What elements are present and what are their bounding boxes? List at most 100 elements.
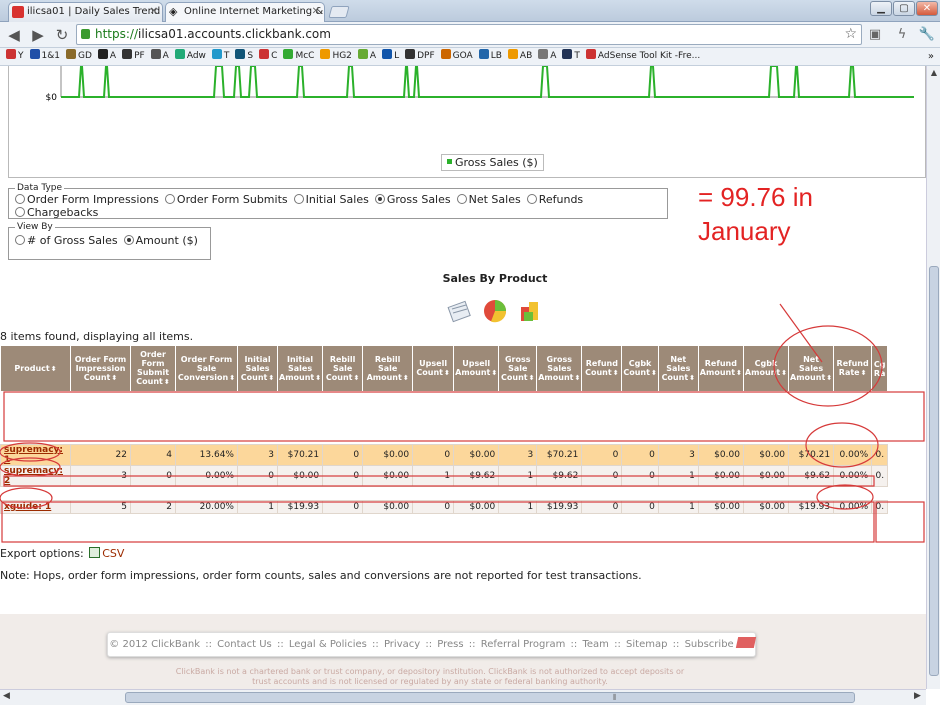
column-header[interactable]: Gross Sale Count⬍ (498, 345, 538, 392)
column-header[interactable]: Rebill Sale Amount⬍ (362, 345, 414, 392)
view_by-option[interactable]: # of Gross Sales (15, 234, 118, 247)
data_type-option[interactable]: Chargebacks (15, 206, 98, 219)
product-link[interactable]: xguide: 1 (0, 500, 71, 514)
data_type-option[interactable]: Order Form Impressions (15, 193, 159, 206)
column-header[interactable]: Order Form Submit Count⬍ (130, 345, 176, 392)
tab-online-marketing[interactable]: ◈ Online Internet Marketing & Sc ✕ (165, 2, 325, 22)
bookmark-item[interactable]: C (259, 48, 277, 65)
footer-link[interactable]: Referral Program (481, 639, 566, 650)
footer-link[interactable]: Press (437, 639, 463, 650)
column-header[interactable]: Cg Ra (871, 345, 889, 392)
reload-icon[interactable]: ↻ (52, 25, 72, 45)
column-header[interactable]: Upsell Amount⬍ (453, 345, 500, 392)
bookmarks-more-icon[interactable]: » (928, 48, 934, 65)
column-header[interactable]: Rebill Sale Count⬍ (322, 345, 364, 392)
column-header[interactable]: Order Form Sale Conversion⬍ (175, 345, 238, 392)
radio-button[interactable] (526, 194, 537, 204)
footer-link[interactable]: Legal & Policies (289, 639, 367, 650)
column-header[interactable]: Product⬍ (0, 345, 71, 392)
bookmark-item[interactable]: 1&1 (29, 48, 60, 65)
radio-button[interactable] (15, 194, 25, 204)
bookmark-item[interactable]: GD (65, 48, 92, 65)
data_type-option[interactable]: Refunds (526, 193, 583, 206)
bookmark-item[interactable]: PF (122, 48, 145, 65)
bookmark-item[interactable]: T (211, 48, 229, 65)
scroll-right-arrow-icon[interactable]: ▶ (914, 691, 921, 701)
footer-link[interactable]: Sitemap (626, 639, 667, 650)
column-header[interactable]: Net Sales Amount⬍ (788, 345, 835, 392)
radio-button[interactable] (293, 194, 304, 204)
column-header[interactable]: Upsell Count⬍ (412, 345, 455, 392)
sort-arrows-icon[interactable]: ⬍ (826, 374, 832, 382)
radio-button[interactable] (374, 194, 385, 204)
footer-link[interactable]: Subscribe (685, 639, 734, 650)
column-header[interactable]: Initial Sales Count⬍ (237, 345, 278, 392)
spreadsheet-icon[interactable] (89, 547, 101, 558)
sort-arrows-icon[interactable]: ⬍ (491, 369, 497, 377)
column-header[interactable]: Cgbk Count⬍ (621, 345, 659, 392)
star-icon[interactable]: ☆ (844, 25, 857, 44)
bookmark-item[interactable]: S (235, 48, 253, 65)
wrench-icon[interactable]: 🔧 (918, 26, 936, 44)
extension-icon[interactable]: ▣ (866, 26, 884, 44)
sort-arrows-icon[interactable]: ⬍ (736, 369, 742, 377)
radio-button[interactable] (123, 235, 134, 245)
sort-arrows-icon[interactable]: ⬍ (315, 374, 321, 382)
column-header[interactable]: Gross Sales Amount⬍ (536, 345, 583, 392)
bookmark-item[interactable]: DPF (405, 48, 435, 65)
radio-button[interactable] (15, 207, 25, 217)
sort-arrows-icon[interactable]: ⬍ (164, 378, 170, 386)
product-link[interactable]: supremacy: 1 (0, 444, 71, 466)
footer-link[interactable]: Privacy (384, 639, 420, 650)
bookmark-item[interactable]: HG2 (320, 48, 352, 65)
forward-arrow-icon[interactable]: ▶ (28, 25, 48, 45)
back-arrow-icon[interactable]: ◀ (4, 25, 24, 45)
vertical-scroll-thumb[interactable] (929, 266, 939, 676)
sort-arrows-icon[interactable]: ⬍ (51, 365, 57, 373)
column-header[interactable]: Initial Sales Amount⬍ (276, 345, 324, 392)
sort-arrows-icon[interactable]: ⬍ (689, 374, 695, 382)
close-icon[interactable]: ✕ (312, 3, 320, 21)
scroll-up-arrow-icon[interactable]: ▲ (929, 68, 939, 78)
view_by-option[interactable]: Amount ($) (123, 234, 198, 247)
window-close-button[interactable]: ✕ (916, 1, 938, 16)
address-bar[interactable]: https://ilicsa01.accounts.clickbank.com … (76, 24, 862, 45)
tab-clickbank[interactable]: ilicsa01 | Daily Sales Trend | Cl ✕ (8, 2, 163, 22)
bar-chart-icon[interactable] (516, 298, 542, 324)
bookmark-item[interactable]: Y (6, 48, 24, 65)
vertical-scrollbar[interactable]: ▲ (926, 66, 940, 689)
radio-button[interactable] (164, 194, 175, 204)
table-view-icon[interactable] (446, 298, 472, 324)
column-header[interactable]: Cgbk Amount⬍ (742, 345, 790, 392)
column-header[interactable]: Refund Amount⬍ (697, 345, 744, 392)
data_type-option[interactable]: Gross Sales (374, 193, 451, 206)
data_type-option[interactable]: Order Form Submits (164, 193, 288, 206)
column-header[interactable]: Refund Rate⬍ (833, 345, 873, 392)
sort-arrows-icon[interactable]: ⬍ (111, 374, 117, 382)
data_type-option[interactable]: Net Sales (456, 193, 521, 206)
sort-arrows-icon[interactable]: ⬍ (574, 374, 580, 382)
bookmark-item[interactable]: GOA (440, 48, 473, 65)
bookmark-item[interactable]: L (382, 48, 399, 65)
csv-export-link[interactable]: CSV (102, 547, 124, 560)
data_type-option[interactable]: Initial Sales (293, 193, 369, 206)
sort-arrows-icon[interactable]: ⬍ (444, 369, 450, 377)
horizontal-scroll-thumb[interactable]: ⦀ (125, 692, 855, 703)
bookmark-item[interactable]: A (97, 48, 116, 65)
sort-arrows-icon[interactable]: ⬍ (268, 374, 274, 382)
bookmark-item[interactable]: A (150, 48, 169, 65)
footer-link[interactable]: Team (582, 639, 608, 650)
sort-arrows-icon[interactable]: ⬍ (651, 369, 657, 377)
bookmark-item[interactable]: A (357, 48, 376, 65)
pie-chart-icon[interactable] (482, 298, 508, 324)
minimize-button[interactable]: ▁ (870, 1, 892, 16)
bookmark-item[interactable]: LB (478, 48, 502, 65)
subscribe-icon[interactable] (735, 637, 756, 648)
bookmark-item[interactable]: T (562, 48, 580, 65)
horizontal-scrollbar[interactable]: ◀ ⦀ ▶ (0, 689, 926, 705)
sort-arrows-icon[interactable]: ⬍ (353, 374, 359, 382)
close-icon[interactable]: ✕ (150, 3, 158, 21)
sort-arrows-icon[interactable]: ⬍ (229, 374, 235, 382)
radio-button[interactable] (15, 235, 25, 245)
column-header[interactable]: Refund Count⬍ (581, 345, 623, 392)
